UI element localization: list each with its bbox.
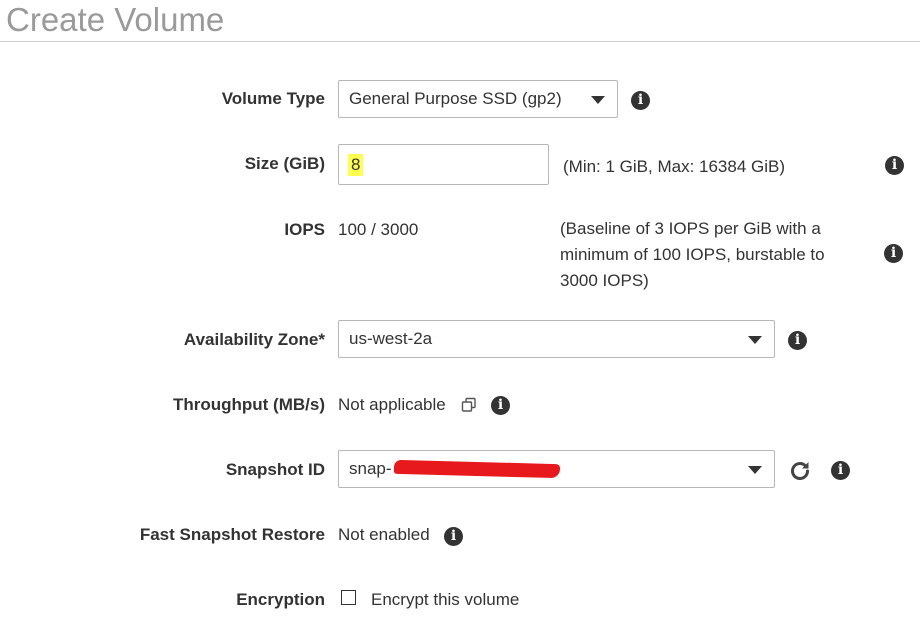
availability-zone-value: us-west-2a xyxy=(349,329,433,348)
size-input[interactable]: 8 xyxy=(338,144,549,185)
info-icon[interactable]: i xyxy=(491,396,510,415)
volume-type-select[interactable]: General Purpose SSD (gp2) xyxy=(338,80,618,118)
iops-value: 100 / 3000 xyxy=(338,220,419,239)
chevron-down-icon xyxy=(591,96,605,104)
volume-type-value: General Purpose SSD (gp2) xyxy=(349,89,562,108)
info-icon[interactable]: i xyxy=(884,244,903,263)
size-value: 8 xyxy=(348,154,364,176)
availability-zone-select[interactable]: us-west-2a xyxy=(338,320,775,358)
iops-hint-line: 3000 IOPS) xyxy=(560,271,649,290)
availability-zone-label: Availability Zone* xyxy=(183,330,325,349)
iops-label: IOPS xyxy=(284,220,325,239)
encrypt-volume-label[interactable]: Encrypt this volume xyxy=(371,590,519,610)
chevron-down-icon xyxy=(748,336,762,344)
throughput-label: Throughput (MB/s) xyxy=(172,395,325,414)
info-icon[interactable]: i xyxy=(885,156,904,175)
throughput-value: Not applicable xyxy=(338,395,446,414)
fast-snapshot-restore-value: Not enabled xyxy=(338,525,430,544)
title-divider xyxy=(0,41,920,42)
encrypt-volume-checkbox[interactable] xyxy=(341,590,356,605)
encryption-label: Encryption xyxy=(236,590,325,609)
refresh-icon[interactable] xyxy=(788,459,812,483)
info-icon[interactable]: i xyxy=(631,91,650,110)
info-icon[interactable]: i xyxy=(444,527,463,546)
fast-snapshot-restore-label: Fast Snapshot Restore xyxy=(139,525,325,544)
iops-hint-line: minimum of 100 IOPS, burstable to xyxy=(560,245,825,264)
info-icon[interactable]: i xyxy=(788,331,807,350)
page-title: Create Volume xyxy=(6,1,225,38)
volume-type-label: Volume Type xyxy=(221,89,325,108)
chevron-down-icon xyxy=(748,466,762,474)
iops-hint-line: (Baseline of 3 IOPS per GiB with a xyxy=(560,219,821,238)
snapshot-id-label: Snapshot ID xyxy=(225,460,325,479)
size-hint: (Min: 1 GiB, Max: 16384 GiB) xyxy=(563,157,786,176)
copy-icon[interactable] xyxy=(461,397,477,413)
size-label: Size (GiB) xyxy=(244,154,325,173)
snapshot-id-value: snap- xyxy=(349,459,392,478)
info-icon[interactable]: i xyxy=(831,461,850,480)
